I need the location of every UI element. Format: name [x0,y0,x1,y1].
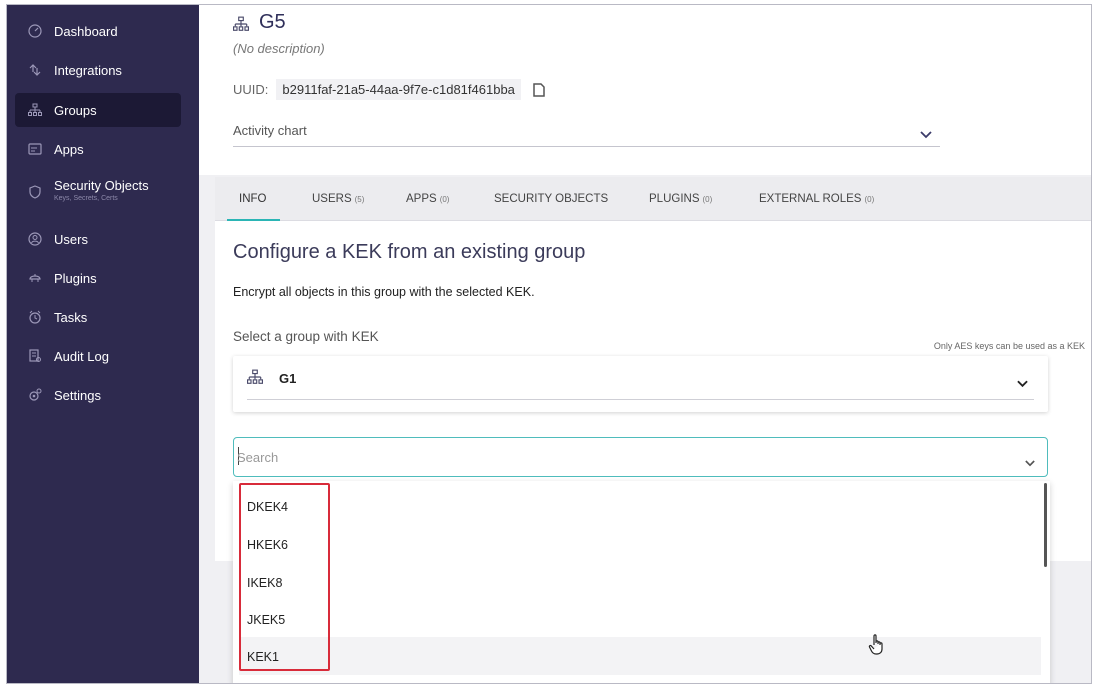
hand-cursor-icon [867,633,887,657]
chevron-down-icon [1017,375,1028,388]
apps-icon [28,142,42,156]
sidebar-item-label: Integrations [54,62,122,78]
tab-bar: INFO USERS (5) APPS (0) SECURITY OBJECTS… [215,177,1091,222]
tab-security-objects[interactable]: SECURITY OBJECTS [494,177,608,221]
select-underline [247,399,1034,400]
aes-note: Only AES keys can be used as a KEK [933,341,1085,351]
sidebar-item-dashboard[interactable]: Dashboard [15,14,181,48]
audit-log-icon [28,349,42,363]
sidebar-item-tasks[interactable]: Tasks [15,300,181,334]
activity-chart-toggle[interactable]: Activity chart [233,115,940,147]
tab-label: INFO [239,193,267,205]
users-icon [28,232,42,246]
tab-label: APPS [406,193,437,205]
kek-title: Configure a KEK from an existing group [233,241,586,263]
page-title: G5 [233,11,286,34]
chevron-down-icon[interactable] [1025,454,1035,467]
select-group-label: Select a group with KEK [233,329,379,344]
sidebar-item-audit-log[interactable]: Audit Log [15,339,181,373]
tab-label: SECURITY OBJECTS [494,193,609,205]
hovered-option-background [239,637,1041,675]
tab-label: PLUGINS [649,193,700,205]
list-item[interactable]: DKEK4 [247,489,288,525]
app-window: Dashboard Integrations Groups Apps Secur… [6,4,1092,684]
tab-count: (0) [439,194,450,204]
list-item[interactable]: IKEK8 [247,565,282,601]
sidebar-item-groups[interactable]: Groups [15,93,181,127]
tab-count: (0) [702,194,713,204]
sidebar-item-label: Users [54,231,88,247]
tab-apps[interactable]: APPS (0) [406,177,449,221]
tab-count: (5) [354,194,365,204]
kek-search-field[interactable] [233,437,1048,477]
sidebar-item-label: Settings [54,387,101,403]
sidebar-item-label: Security Objects [54,178,149,193]
list-item[interactable]: KEK1 [247,639,279,675]
sidebar-item-integrations[interactable]: Integrations [15,53,181,87]
dashboard-icon [28,24,42,38]
sidebar-item-label: Groups [54,102,97,118]
uuid-label: UUID: [233,82,269,97]
tab-label: USERS [312,193,352,205]
selected-group-value: G1 [279,371,297,386]
kek-dropdown-list: DKEK4 HKEK6 IKEK8 JKEK5 KEK1 [233,481,1050,683]
tab-plugins[interactable]: PLUGINS (0) [649,177,712,221]
tab-count: (0) [864,194,875,204]
list-item[interactable]: JKEK5 [247,602,285,638]
search-input[interactable] [237,446,997,468]
groups-icon [28,103,42,117]
sidebar-item-sublabel: Keys, Secrets, Certs [54,195,118,202]
tab-users[interactable]: USERS (5) [312,177,364,221]
sidebar-item-security-objects[interactable]: Security Objects Keys, Secrets, Certs [15,175,181,209]
copy-icon[interactable] [533,82,545,97]
integrations-icon [28,63,42,77]
settings-icon [28,388,42,402]
group-header: G5 (No description) UUID: b2911faf-21a5-… [199,5,1091,175]
security-objects-icon [28,185,42,199]
sidebar-item-label: Apps [54,141,84,157]
group-select[interactable]: G1 [233,356,1048,412]
groups-icon [233,15,249,31]
sidebar-item-label: Tasks [54,309,88,325]
tab-label: EXTERNAL ROLES [759,193,862,205]
sidebar: Dashboard Integrations Groups Apps Secur… [7,5,199,683]
chevron-down-icon [920,127,932,138]
group-name: G5 [259,11,286,33]
uuid-row: UUID: b2911faf-21a5-44aa-9f7e-c1d81f461b… [233,79,545,100]
list-item[interactable]: HKEK6 [247,527,288,563]
plugins-icon [28,271,42,285]
group-description: (No description) [233,41,325,56]
sidebar-item-users[interactable]: Users [15,222,181,256]
groups-icon [247,369,263,385]
sidebar-item-apps[interactable]: Apps [15,132,181,166]
activity-chart-label: Activity chart [233,123,307,138]
tab-info[interactable]: INFO [226,177,282,222]
tasks-icon [28,310,42,324]
kek-description: Encrypt all objects in this group with t… [233,285,535,299]
uuid-value: b2911faf-21a5-44aa-9f7e-c1d81f461bba [276,79,521,100]
sidebar-item-settings[interactable]: Settings [15,378,181,412]
sidebar-item-label: Dashboard [54,23,118,39]
sidebar-item-plugins[interactable]: Plugins [15,261,181,295]
sidebar-item-label: Plugins [54,270,97,286]
sidebar-item-label: Audit Log [54,348,109,364]
dropdown-scrollbar[interactable] [1044,483,1047,567]
tab-external-roles[interactable]: EXTERNAL ROLES (0) [759,177,874,221]
